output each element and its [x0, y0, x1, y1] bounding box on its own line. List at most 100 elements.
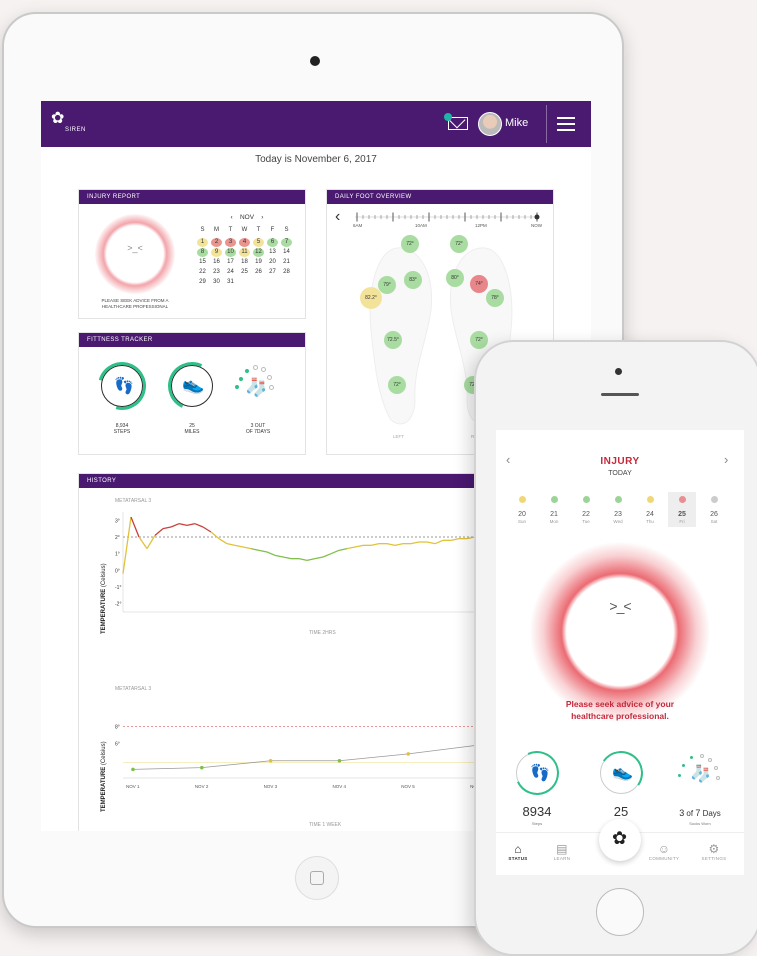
phone-home-button[interactable]: [596, 888, 644, 936]
calendar-day[interactable]: 12: [253, 248, 264, 257]
calendar-day[interactable]: 13: [267, 248, 278, 257]
calendar-day[interactable]: 20: [267, 258, 278, 267]
calendar-day[interactable]: 11: [239, 248, 250, 257]
calendar-day[interactable]: 6: [267, 238, 278, 247]
calendar-day[interactable]: 16: [211, 258, 222, 267]
siren-action-button[interactable]: ✿: [599, 819, 641, 861]
foot-sensor-point[interactable]: 72°: [450, 235, 468, 253]
calendar-day[interactable]: 28: [281, 268, 292, 277]
day-selector-item[interactable]: 24 Thu: [636, 492, 664, 527]
avatar[interactable]: [478, 112, 502, 136]
day-selector-item[interactable]: 26 Sat: [700, 492, 728, 527]
chart1-plot[interactable]: 3° 2° 1° 0° -1° -2°: [115, 508, 535, 638]
calendar-day[interactable]: 14: [281, 248, 292, 257]
calendar-day[interactable]: 30: [211, 278, 222, 287]
foot-sensor-point[interactable]: 79°: [378, 276, 396, 294]
calendar-day[interactable]: 27: [267, 268, 278, 277]
y-title-unit: (Celsius): [101, 741, 107, 766]
calendar-day[interactable]: 7: [281, 238, 292, 247]
calendar-next-icon[interactable]: ›: [261, 214, 263, 221]
calendar-day[interactable]: 15: [197, 258, 208, 267]
x-tick-label: NOV 1: [126, 784, 140, 789]
calendar-day[interactable]: 25: [239, 268, 250, 277]
day-selector-item[interactable]: 20 Sun: [508, 492, 536, 527]
temperature-line-segment: [426, 541, 436, 545]
calendar-day[interactable]: 29: [197, 278, 208, 287]
foot-sensor-point[interactable]: 72°: [388, 376, 406, 394]
tablet-home-button[interactable]: [295, 856, 339, 900]
calendar-day[interactable]: 22: [197, 268, 208, 277]
chart2-xlabel: TIME 1 WEEK: [309, 822, 342, 828]
hamburger-menu-icon[interactable]: [557, 117, 575, 131]
temperature-line-segment: [370, 543, 380, 546]
calendar-day[interactable]: 31: [225, 278, 236, 287]
socks-label: OF 7DAYS: [245, 429, 271, 435]
data-point[interactable]: [337, 758, 342, 763]
calendar-day[interactable]: 3: [225, 238, 236, 247]
temperature-line-segment: [178, 523, 188, 526]
calendar-day[interactable]: 19: [253, 258, 264, 267]
tab-community[interactable]: ☺ COMMUNITY: [644, 842, 684, 861]
x-tick-label: NOV 2: [195, 784, 209, 789]
scale-label: 10AM: [415, 223, 427, 228]
y-tick-label: 8°: [115, 724, 120, 730]
time-scale[interactable]: [353, 210, 543, 230]
chart2-plot[interactable]: 8°6°NOV 1NOV 2NOV 3NOV 4NOV 5NOV 6: [115, 718, 535, 798]
data-point[interactable]: [268, 758, 273, 763]
shoe-icon: 👟: [182, 374, 205, 394]
fitness-tracker-title: FITTNESS TRACKER: [79, 333, 305, 347]
calendar-day[interactable]: 26: [253, 268, 264, 277]
tab-settings[interactable]: ⚙ SETTINGS: [694, 842, 734, 861]
mermaid-icon: ✿: [51, 110, 65, 127]
user-name[interactable]: Mike: [505, 117, 528, 129]
calendar-day[interactable]: 4: [239, 238, 250, 247]
calendar-day[interactable]: 18: [239, 258, 250, 267]
status-subtitle: TODAY: [608, 470, 632, 477]
data-point[interactable]: [406, 752, 411, 756]
foot-sensor-point[interactable]: 78°: [486, 289, 504, 307]
back-chevron-icon[interactable]: ‹: [335, 208, 340, 226]
calendar-day[interactable]: 5: [253, 238, 264, 247]
day-selector-item[interactable]: 22 Tue: [572, 492, 600, 527]
calendar-day[interactable]: 8: [197, 248, 208, 257]
left-foot-label: LEFT: [393, 434, 405, 439]
day-selector-item[interactable]: 21 Mon: [540, 492, 568, 527]
calendar-day[interactable]: 17: [225, 258, 236, 267]
calendar-day[interactable]: 21: [281, 258, 292, 267]
day-selector-item[interactable]: 25 Fri: [668, 492, 696, 527]
temperature-line: [132, 744, 478, 770]
foot-sensor-point[interactable]: 72.5°: [384, 331, 402, 349]
data-point[interactable]: [200, 765, 204, 770]
miles-stat: 25 MILES: [167, 423, 217, 435]
calendar-day[interactable]: 9: [211, 248, 222, 257]
foot-sensor-point[interactable]: 74°: [470, 275, 488, 293]
foot-sensor-point[interactable]: 72°: [401, 235, 419, 253]
calendar-weekday: M: [214, 227, 219, 233]
temperature-line-segment: [202, 526, 212, 533]
tab-status[interactable]: ⌂ STATUS: [498, 842, 538, 861]
temperature-line-segment: [130, 516, 140, 538]
calendar-day[interactable]: 10: [225, 248, 236, 257]
temperature-line-segment: [266, 551, 276, 556]
data-point[interactable]: [131, 767, 135, 772]
calendar-month: NOV: [239, 214, 255, 221]
tab-learn[interactable]: ▤ LEARN: [542, 842, 582, 861]
calendar-day[interactable]: 23: [211, 268, 222, 277]
foot-sensor-point[interactable]: 80°: [446, 269, 464, 287]
siren-logo[interactable]: ✿ SIREN: [51, 110, 85, 137]
calendar-day[interactable]: 2: [211, 238, 222, 247]
temperature-line-segment: [386, 543, 396, 546]
temperature-line-segment: [234, 544, 244, 548]
y-title-bold: TEMPERATURE: [101, 766, 107, 812]
foot-sensor-point[interactable]: 82.2°: [360, 287, 382, 309]
foot-sensor-point[interactable]: 83°: [404, 271, 422, 289]
calendar-day[interactable]: 24: [225, 268, 236, 277]
foot-sensor-point[interactable]: 72°: [470, 331, 488, 349]
day-selector-item[interactable]: 23 Wed: [604, 492, 632, 527]
temperature-line-segment: [194, 523, 204, 528]
temperature-line-segment: [322, 553, 332, 558]
calendar-prev-icon[interactable]: ‹: [231, 214, 233, 221]
temperature-line-segment: [162, 526, 172, 530]
calendar-day[interactable]: 1: [197, 238, 208, 247]
phone-days-value: 3 of 7 Days: [660, 808, 740, 818]
